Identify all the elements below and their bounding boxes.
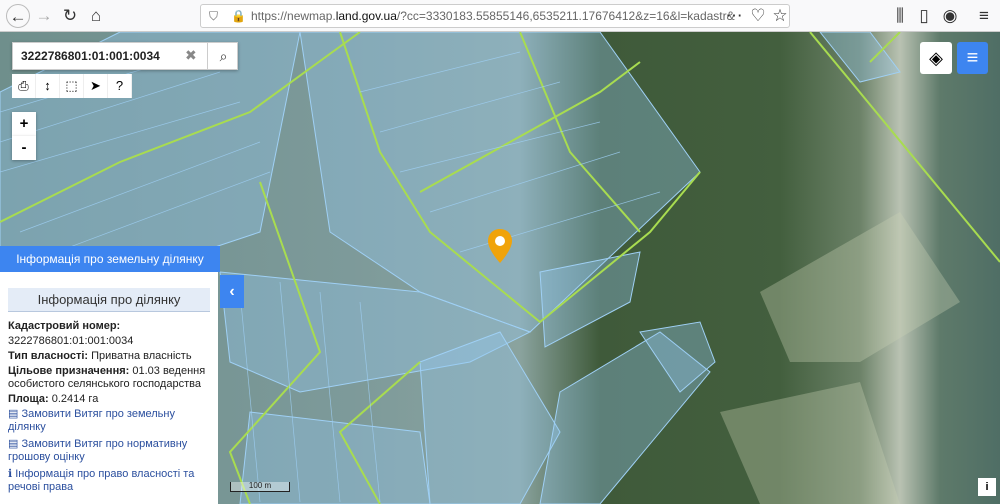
home-button[interactable]: ⌂ xyxy=(84,4,108,28)
cadastral-search: ✖ ⌕ xyxy=(12,42,238,70)
back-button[interactable]: ← xyxy=(6,4,30,28)
area-value: 0.2414 га xyxy=(51,393,99,405)
url-domain: land.gov.ua xyxy=(335,9,397,23)
parcel-info-panel: Інформація про ділянку Кадастровий номер… xyxy=(0,272,218,504)
attribution-info-button[interactable]: i xyxy=(978,478,996,496)
panel-title: Інформація про ділянку xyxy=(8,288,210,312)
search-button[interactable]: ⌕ xyxy=(207,42,239,70)
ownership-value: Приватна власність xyxy=(91,350,192,362)
measure-distance-icon[interactable]: ↕ xyxy=(36,74,60,98)
cadastral-label: Кадастровий номер: xyxy=(8,320,121,332)
document-icon: ▤ xyxy=(8,408,22,420)
print-icon[interactable]: ⎙ xyxy=(12,74,36,98)
measure-area-icon[interactable]: ⬚ xyxy=(60,74,84,98)
zoom-out-button[interactable]: - xyxy=(12,136,36,160)
url-rest: /?cc=3330183.55855146,6535211.17676412&z… xyxy=(396,9,735,23)
url-bar[interactable]: ⛉ 🔒 https://newmap.land.gov.ua/?cc=33301… xyxy=(200,4,790,28)
pointer-icon[interactable]: ➤ xyxy=(84,74,108,98)
library-icon[interactable]: ⫼ xyxy=(888,4,912,28)
order-extract-link[interactable]: ▤ Замовити Витяг про земельну ділянку xyxy=(8,408,210,434)
url-host: https://newmap. xyxy=(251,9,336,23)
order-valuation-link[interactable]: ▤ Замовити Витяг про нормативну грошову … xyxy=(8,438,210,464)
collapse-panel-button[interactable]: ‹ xyxy=(220,275,244,308)
ownership-rights-link[interactable]: ℹ Інформація про право власності та речо… xyxy=(8,468,210,494)
map-toolbar: ⎙ ↕ ⬚ ➤ ? xyxy=(12,74,132,98)
purpose-label: Цільове призначення: xyxy=(8,365,130,377)
bookmark-star-icon[interactable]: ☆ xyxy=(768,4,792,28)
shield-icon: ⛉ xyxy=(209,9,219,23)
pocket-icon[interactable]: ♡ xyxy=(746,4,770,28)
sidebar-icon[interactable]: ▯ xyxy=(912,4,936,28)
layers-button[interactable]: ◈ xyxy=(920,42,952,74)
forward-button[interactable]: → xyxy=(32,4,56,28)
cadastral-value: 3222786801:01:001:0034 xyxy=(8,335,134,347)
lock-icon: 🔒 xyxy=(231,9,246,23)
app-menu-icon[interactable]: ≡ xyxy=(972,4,996,28)
area-label: Площа: xyxy=(8,393,49,405)
reload-button[interactable]: ↻ xyxy=(58,4,82,28)
location-marker-icon[interactable] xyxy=(487,228,513,264)
document-icon: ▤ xyxy=(8,438,22,450)
zoom-in-button[interactable]: + xyxy=(12,112,36,136)
scale-bar: 100 m xyxy=(230,482,290,492)
menu-button[interactable]: ≡ xyxy=(957,42,988,74)
account-icon[interactable]: ◉ xyxy=(938,4,962,28)
panel-header: Інформація про земельну ділянку xyxy=(0,246,220,272)
more-icon[interactable]: ⋯ xyxy=(722,4,746,28)
search-input[interactable] xyxy=(21,49,181,63)
browser-toolbar: ← → ↻ ⌂ ⛉ 🔒 https://newmap.land.gov.ua/?… xyxy=(0,0,1000,32)
clear-icon[interactable]: ✖ xyxy=(185,47,197,64)
ownership-label: Тип власності: xyxy=(8,350,89,362)
identify-icon[interactable]: ? xyxy=(108,74,132,98)
